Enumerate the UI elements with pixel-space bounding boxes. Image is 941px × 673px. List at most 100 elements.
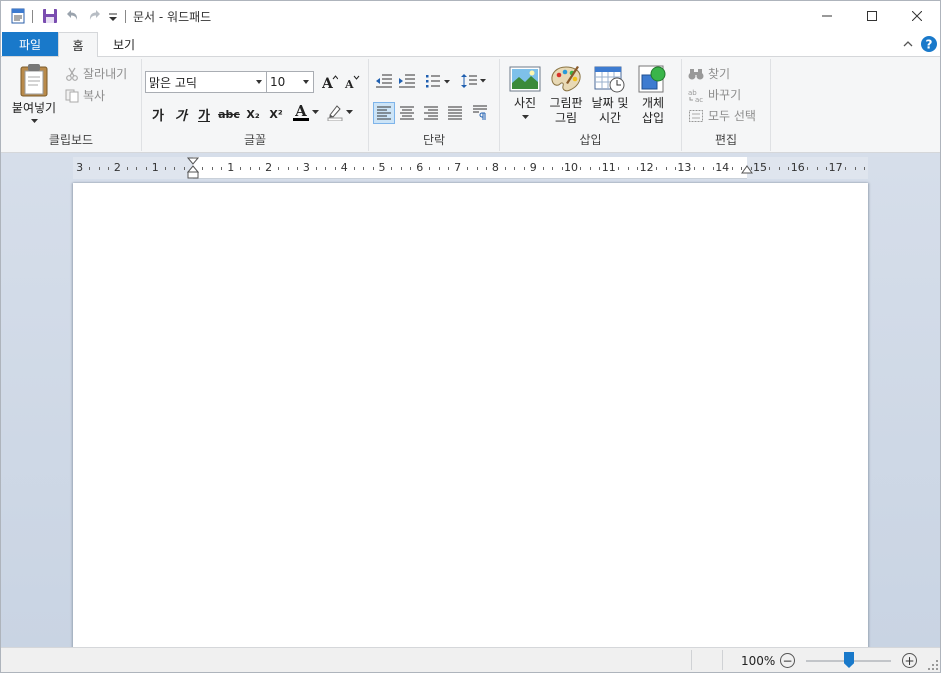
help-icon[interactable]: ? (921, 36, 937, 52)
strikethrough-button[interactable]: abc (217, 104, 241, 124)
ruler-tick (438, 167, 440, 170)
editing-group-label: 편집 (714, 133, 738, 147)
bullets-button[interactable] (423, 70, 453, 92)
ruler-tick (372, 167, 374, 170)
ruler-tick (126, 167, 128, 170)
ruler-tick (788, 167, 790, 170)
bold-button[interactable]: 가 (148, 104, 168, 124)
underline-button[interactable]: 가 (194, 104, 214, 124)
indent-marker-icon[interactable] (187, 157, 199, 179)
redo-icon[interactable] (87, 8, 103, 24)
undo-icon[interactable] (64, 8, 80, 24)
insert-object-label-1: 개체 (641, 96, 665, 110)
ruler-tick (542, 167, 544, 170)
shrink-font-button[interactable]: A (342, 72, 362, 92)
tab-home[interactable]: 홈 (58, 32, 98, 57)
ruler-tick (618, 167, 620, 170)
maximize-button[interactable] (849, 1, 895, 31)
insert-datetime-button[interactable]: 날짜 및 시간 (587, 65, 633, 126)
select-all-button[interactable]: 모두 선택 (688, 107, 756, 124)
decrease-indent-button[interactable] (373, 70, 395, 92)
ruler-label: 13 (677, 161, 692, 174)
binoculars-icon (688, 68, 704, 79)
text-color-button[interactable]: A (291, 102, 321, 122)
chevron-up-icon[interactable] (900, 36, 916, 52)
tab-file[interactable]: 파일 (2, 32, 58, 56)
ruler-tick (391, 167, 393, 170)
align-right-button[interactable] (420, 102, 442, 124)
grow-font-button[interactable]: A (320, 72, 340, 92)
ruler-tick (863, 167, 865, 170)
font-family-select[interactable]: 맑은 고딕 (145, 71, 267, 93)
line-spacing-icon (461, 74, 486, 88)
save-icon[interactable] (42, 8, 58, 24)
resize-grip-icon[interactable] (928, 660, 938, 670)
copy-button[interactable]: 복사 (65, 87, 105, 104)
increase-indent-button[interactable] (396, 70, 418, 92)
ruler-tick (674, 167, 676, 170)
paint-drawing-button[interactable]: 그림판 그림 (546, 65, 586, 126)
font-size-select[interactable]: 10 (266, 71, 314, 93)
wordpad-icon[interactable] (10, 8, 26, 24)
decrease-indent-icon (376, 74, 392, 88)
horizontal-ruler[interactable]: 3 2 1 1 2 3 4 5 6 7 8 9 10 11 12 13 14 15 16 17 (73, 157, 868, 179)
ruler-label: 2 (113, 161, 121, 174)
window-title: 문서 - 워드패드 (133, 10, 212, 24)
ruler-tick (448, 167, 450, 170)
ruler-tick (750, 167, 752, 170)
ruler-tick (287, 167, 289, 170)
ruler-tick (514, 167, 516, 170)
ruler-tick (712, 167, 714, 170)
zoom-slider-thumb[interactable] (844, 652, 854, 668)
ruler-label: 1 (151, 161, 159, 174)
ruler-tick (98, 167, 100, 170)
select-all-icon (689, 109, 703, 122)
shrink-font-icon: A (344, 75, 360, 89)
ruler-tick (353, 167, 355, 170)
justify-button[interactable] (444, 102, 466, 124)
highlight-button[interactable] (325, 102, 355, 122)
align-right-icon (424, 106, 438, 120)
find-button[interactable]: 찾기 (688, 65, 730, 82)
wordpad-window: 문서 - 워드패드 파일 홈 보기 ? 붙여넣기 잘라내기 복사 클립보드 맑은… (0, 0, 941, 673)
ruler-tick (334, 167, 336, 170)
text-color-glyph: A (295, 101, 307, 120)
ruler-label: 11 (601, 161, 616, 174)
calendar-clock-icon (594, 66, 625, 93)
zoom-in-button[interactable]: + (902, 653, 917, 668)
close-button[interactable] (894, 1, 940, 31)
cut-button[interactable]: 잘라내기 (65, 65, 127, 82)
ruler-tick (854, 167, 856, 170)
subscript-button[interactable]: X₂ (243, 104, 263, 124)
replace-button[interactable]: ab ac 바꾸기 (688, 86, 741, 103)
paragraph-settings-button[interactable] (469, 102, 491, 124)
tab-view[interactable]: 보기 (103, 32, 145, 56)
line-spacing-button[interactable] (459, 70, 489, 92)
superscript-button[interactable]: X² (266, 104, 286, 124)
paragraph-icon (473, 105, 487, 120)
insert-picture-button[interactable]: 사진 (505, 65, 545, 120)
ribbon-tabs: 파일 홈 보기 ? (1, 32, 940, 57)
italic-button[interactable]: 가 (171, 104, 191, 124)
ruler-tick (816, 167, 818, 170)
document-page[interactable] (73, 183, 868, 653)
maximize-icon (867, 11, 877, 21)
ruler-tick (589, 167, 591, 170)
svg-text:A: A (344, 78, 354, 89)
replace-icon: abac (688, 89, 703, 102)
align-left-icon (377, 106, 391, 120)
insert-object-button[interactable]: 개체 삽입 (633, 65, 673, 126)
customize-qat-icon[interactable] (108, 8, 124, 24)
grow-font-icon: A (322, 75, 338, 89)
ruler-label: 16 (790, 161, 805, 174)
zoom-out-button[interactable]: − (780, 653, 795, 668)
ruler-tick (363, 167, 365, 170)
group-insert: 사진 그림판 그림 날짜 및 시간 개체 삽입 삽입 (500, 59, 682, 151)
align-left-button[interactable] (373, 102, 395, 124)
ruler-label: 10 (564, 161, 578, 174)
minimize-button[interactable] (804, 1, 850, 31)
increase-indent-icon (399, 74, 415, 88)
dropdown-arrow-icon (521, 115, 529, 119)
align-center-button[interactable] (396, 102, 418, 124)
paste-button[interactable]: 붙여넣기 (7, 63, 61, 124)
